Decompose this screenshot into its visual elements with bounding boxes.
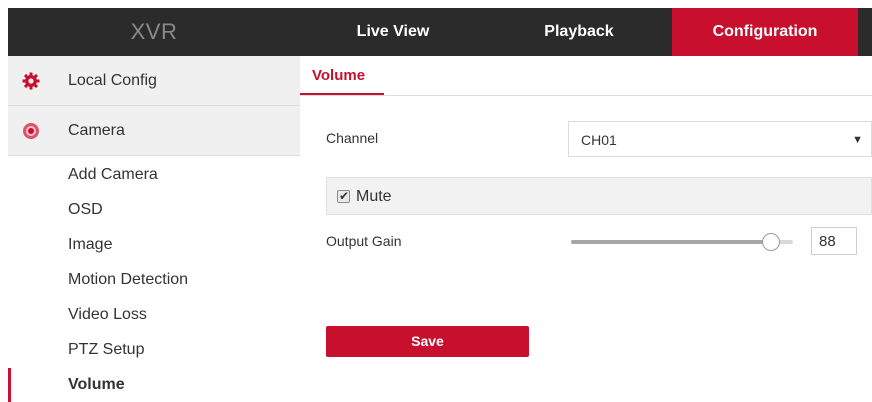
sidebar-item-image[interactable]: Image [8,227,300,262]
sidebar-group-camera[interactable]: Camera [8,106,300,156]
tab-configuration[interactable]: Configuration [672,8,858,56]
output-gain-label: Output Gain [326,233,402,249]
save-button[interactable]: Save [326,326,529,357]
checkmark-icon: ✔ [339,189,350,203]
sidebar-group-local-config[interactable]: Local Config [8,56,300,106]
sidebar-item-ptz-setup[interactable]: PTZ Setup [8,332,300,367]
sidebar-item-video-loss[interactable]: Video Loss [8,297,300,332]
channel-label: Channel [326,130,379,146]
sidebar-item-add-camera[interactable]: Add Camera [8,157,300,192]
active-item-indicator [8,368,11,402]
slider-thumb[interactable] [762,233,780,251]
tab-volume[interactable]: Volume [300,56,377,96]
gear-icon [22,72,40,90]
channel-select[interactable]: CH01 ▼ [568,121,872,157]
sidebar-item-osd[interactable]: OSD [8,192,300,227]
sidebar: Local Config Camera Add Camera OSD Image… [8,56,300,402]
channel-select-value: CH01 [581,132,617,148]
output-gain-value-input[interactable]: 88 [811,227,857,255]
tab-playback[interactable]: Playback [486,8,672,56]
sidebar-group-label: Camera [68,122,125,139]
mute-label: Mute [356,188,392,205]
divider [300,95,872,96]
mute-checkbox[interactable]: ✔ [337,189,350,203]
output-gain-slider[interactable] [571,232,793,252]
chevron-down-icon: ▼ [852,134,863,146]
main-panel: Volume Channel CH01 ▼ ✔ Mute Output Gain… [300,56,872,402]
sidebar-item-motion-detection[interactable]: Motion Detection [8,262,300,297]
top-navigation-bar: XVR Live View Playback Configuration [8,8,872,56]
sidebar-item-volume[interactable]: Volume [8,367,300,402]
tab-live-view[interactable]: Live View [300,8,486,56]
sidebar-group-label: Local Config [68,72,157,89]
slider-fill [571,240,771,244]
mute-row: ✔ Mute [326,177,872,215]
camera-icon [23,123,39,139]
brand-logo: XVR [130,19,178,44]
